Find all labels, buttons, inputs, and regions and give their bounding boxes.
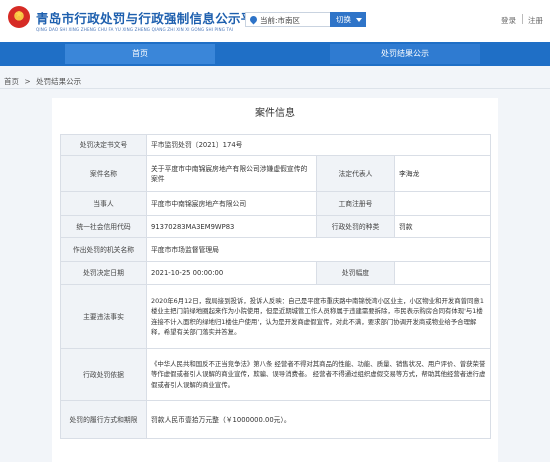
violation-facts-label: 主要违法事实 xyxy=(60,284,147,349)
table-row: 处罚决定书文号 平市监罚处罚〔2021〕174号 xyxy=(60,134,491,156)
register-link[interactable]: 注册 xyxy=(528,15,543,26)
breadcrumb-separator: > xyxy=(24,77,31,86)
decision-no-label: 处罚决定书文号 xyxy=(60,134,147,156)
case-name-label: 案件名称 xyxy=(60,155,147,192)
table-row: 当事人 平度市中南锦宸房地产有限公司 工商注册号 xyxy=(60,191,491,216)
credit-code-value: 91370283MA3EM9WP83 xyxy=(146,215,317,238)
tab-penalty-results[interactable]: 处罚结果公示 xyxy=(330,44,480,64)
method-label: 处罚的履行方式和期限 xyxy=(60,400,147,439)
legal-rep-value: 李海龙 xyxy=(394,155,491,192)
case-info-table: 处罚决定书文号 平市监罚处罚〔2021〕174号 案件名称 关于平度市中南锦宸房… xyxy=(60,134,491,439)
credit-code-label: 统一社会信用代码 xyxy=(60,215,147,238)
penalty-type-label: 行政处罚的种类 xyxy=(316,215,395,238)
site-title: 青岛市行政处罚与行政强制信息公示平台 xyxy=(36,11,267,26)
national-emblem-icon: ★ xyxy=(8,6,30,28)
table-row: 处罚决定日期 2021-10-25 00:00:00 处罚幅度 xyxy=(60,261,491,285)
license-no-label: 工商注册号 xyxy=(316,191,395,216)
switch-region-button[interactable]: 切换 xyxy=(330,12,366,27)
breadcrumb-divider xyxy=(0,88,550,89)
site-subtitle: QING DAO SHI XING ZHENG CHU FA YU XING Z… xyxy=(36,27,234,32)
table-row: 行政处罚依据 《中华人民共和国反不正当竞争法》第八条 经营者不得对其商品的性能、… xyxy=(60,348,491,401)
table-row: 作出处罚的机关名称 平度市市场监督管理局 xyxy=(60,237,491,262)
authority-value: 平度市市场监督管理局 xyxy=(146,237,491,262)
account-divider xyxy=(522,14,523,24)
chevron-down-icon xyxy=(356,18,362,22)
location-text: 当前:市南区 xyxy=(260,16,301,25)
case-info-panel: 案件信息 处罚决定书文号 平市监罚处罚〔2021〕174号 案件名称 关于平度市… xyxy=(52,98,498,462)
main-nav: 首页 处罚结果公示 xyxy=(0,42,550,66)
table-row: 处罚的履行方式和期限 罚款人民币壹拾万元整（￥1000000.00元）。 xyxy=(60,400,491,439)
authority-label: 作出处罚的机关名称 xyxy=(60,237,147,262)
penalty-range-value xyxy=(394,261,491,285)
breadcrumb: 首页 > 处罚结果公示 xyxy=(4,76,84,87)
decision-date-value: 2021-10-25 00:00:00 xyxy=(146,261,317,285)
violation-facts-value: 2020年6月12日，我局接到投诉，投诉人反映：自己是平度市重庆路中南锦悦湾小区… xyxy=(146,284,491,349)
decision-no-value: 平市监罚处罚〔2021〕174号 xyxy=(146,134,491,156)
case-name-value: 关于平度市中南锦宸房地产有限公司涉嫌虚假宣传的案件 xyxy=(146,155,317,192)
table-row: 案件名称 关于平度市中南锦宸房地产有限公司涉嫌虚假宣传的案件 法定代表人 李海龙 xyxy=(60,155,491,192)
breadcrumb-current[interactable]: 处罚结果公示 xyxy=(36,77,81,86)
basis-label: 行政处罚依据 xyxy=(60,348,147,401)
penalty-type-value: 罚款 xyxy=(394,215,491,238)
penalty-range-label: 处罚幅度 xyxy=(316,261,395,285)
top-header: ★ 青岛市行政处罚与行政强制信息公示平台 QING DAO SHI XING Z… xyxy=(0,0,550,42)
basis-value: 《中华人民共和国反不正当竞争法》第八条 经营者不得对其商品的性能、功能、质量、销… xyxy=(146,348,491,401)
legal-rep-label: 法定代表人 xyxy=(316,155,395,192)
party-value: 平度市中南锦宸房地产有限公司 xyxy=(146,191,317,216)
breadcrumb-home[interactable]: 首页 xyxy=(4,77,19,86)
party-label: 当事人 xyxy=(60,191,147,216)
location-pin-icon xyxy=(248,14,259,25)
decision-date-label: 处罚决定日期 xyxy=(60,261,147,285)
license-no-value xyxy=(394,191,491,216)
method-value: 罚款人民币壹拾万元整（￥1000000.00元）。 xyxy=(146,400,491,439)
switch-region-label: 切换 xyxy=(336,15,351,24)
table-row: 主要违法事实 2020年6月12日，我局接到投诉，投诉人反映：自己是平度市重庆路… xyxy=(60,284,491,349)
tab-home[interactable]: 首页 xyxy=(65,44,215,64)
panel-title: 案件信息 xyxy=(255,108,295,119)
table-row: 统一社会信用代码 91370283MA3EM9WP83 行政处罚的种类 罚款 xyxy=(60,215,491,238)
login-link[interactable]: 登录 xyxy=(501,15,516,26)
